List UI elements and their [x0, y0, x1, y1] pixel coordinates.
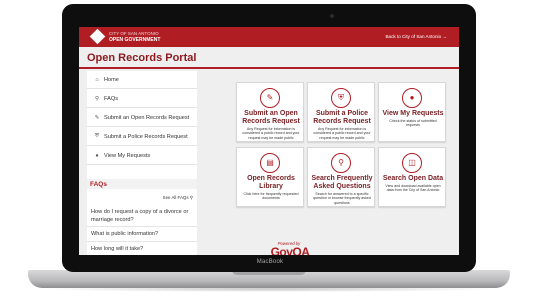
faq-question[interactable]: How do I request a copy of a divorce or …	[87, 206, 197, 227]
sidebar-item-label: FAQs	[104, 95, 118, 102]
tile-description: Check the status of submitted requests	[389, 119, 437, 128]
faq-title: FAQs	[90, 181, 107, 188]
tile-description: View and download available open data fr…	[385, 184, 441, 193]
search-icon: ⚲	[189, 195, 193, 200]
site-header: CITY OF SAN ANTONIO OPEN GOVERNMENT Back…	[79, 27, 459, 47]
tile-submit-open-records[interactable]: ✎ Submit an Open Records Request Any Req…	[236, 82, 304, 142]
tile-description: Any Request for information is considere…	[313, 127, 371, 140]
home-icon: ⌂	[95, 76, 99, 83]
laptop-mockup: MacBook CITY OF SAN ANTONIO OPEN GOVERNM…	[0, 0, 538, 299]
sidebar-item-submit-open-records[interactable]: ✎ Submit an Open Records Request	[87, 109, 197, 127]
tile-description: Click here for frequently requested docu…	[243, 192, 299, 201]
tile-open-records-library[interactable]: ▤ Open Records Library Click here for fr…	[236, 147, 304, 207]
sidebar-item-submit-police-records[interactable]: ⛨ Submit a Police Records Request	[87, 128, 197, 146]
see-all-faqs-link[interactable]: See All FAQs ⚲	[163, 195, 193, 201]
edit-icon: ✎	[94, 114, 100, 121]
edit-icon: ✎	[260, 88, 280, 108]
city-logo-icon[interactable]	[89, 28, 106, 45]
document-icon: ▤	[260, 153, 280, 173]
logo-line2: OPEN GOVERNMENT	[109, 37, 161, 43]
tile-view-my-requests[interactable]: ● View My Requests Check the status of s…	[378, 82, 446, 142]
sidebar-item-faqs[interactable]: ⚲ FAQs	[87, 90, 197, 108]
tile-title: Search Open Data	[382, 175, 444, 182]
sidebar-item-label: Submit an Open Records Request	[104, 114, 190, 121]
user-icon: ●	[402, 88, 422, 108]
sidebar-item-label: View My Requests	[104, 152, 151, 159]
page-title: Open Records Portal	[87, 52, 197, 64]
tile-title: Open Records Library	[247, 175, 295, 190]
database-icon: ◫	[402, 153, 422, 173]
sidebar-item-view-requests[interactable]: ● View My Requests	[87, 147, 197, 165]
back-to-city-link[interactable]: Back to City of San Antonio →	[385, 34, 447, 39]
faq-question[interactable]: What is public information?	[87, 228, 197, 242]
sidebar-item-label: Home	[104, 76, 119, 83]
tile-description: Any Request for information is considere…	[242, 127, 300, 140]
device-label: MacBook	[256, 259, 284, 265]
sidebar-item-label: Submit a Police Records Request	[104, 133, 188, 140]
logo-line1: CITY OF SAN ANTONIO	[109, 31, 159, 36]
tile-search-faqs[interactable]: ⚲ Search Frequently Asked Questions Sear…	[307, 147, 375, 207]
search-icon: ⚲	[94, 95, 100, 102]
tile-title: Submit an Open Records Request	[242, 110, 300, 125]
title-divider	[79, 67, 459, 69]
shield-icon: ⛨	[94, 133, 100, 139]
camera-icon	[330, 14, 334, 18]
shield-icon: ⛨	[331, 88, 351, 108]
tile-submit-police-records[interactable]: ⛨ Submit a Police Records Request Any Re…	[307, 82, 375, 142]
tile-search-open-data[interactable]: ◫ Search Open Data View and download ava…	[378, 147, 446, 207]
govqa-logo[interactable]: GovQA	[265, 245, 315, 255]
sidebar: ⌂ Home ⚲ FAQs ✎ Submit an Open Records R…	[87, 71, 197, 255]
screen: CITY OF SAN ANTONIO OPEN GOVERNMENT Back…	[79, 27, 459, 255]
see-all-label: See All FAQs	[162, 195, 189, 200]
faq-question[interactable]: How long will it take?	[87, 243, 197, 255]
user-icon: ●	[95, 152, 99, 159]
tile-title: Submit a Police Records Request	[313, 110, 371, 125]
search-icon: ⚲	[331, 153, 351, 173]
sidebar-item-home[interactable]: ⌂ Home	[87, 71, 197, 89]
tile-title: View My Requests	[382, 110, 444, 117]
tile-title: Search Frequently Asked Questions	[311, 175, 373, 190]
tile-description: Search for answered to a specific questi…	[313, 192, 371, 205]
